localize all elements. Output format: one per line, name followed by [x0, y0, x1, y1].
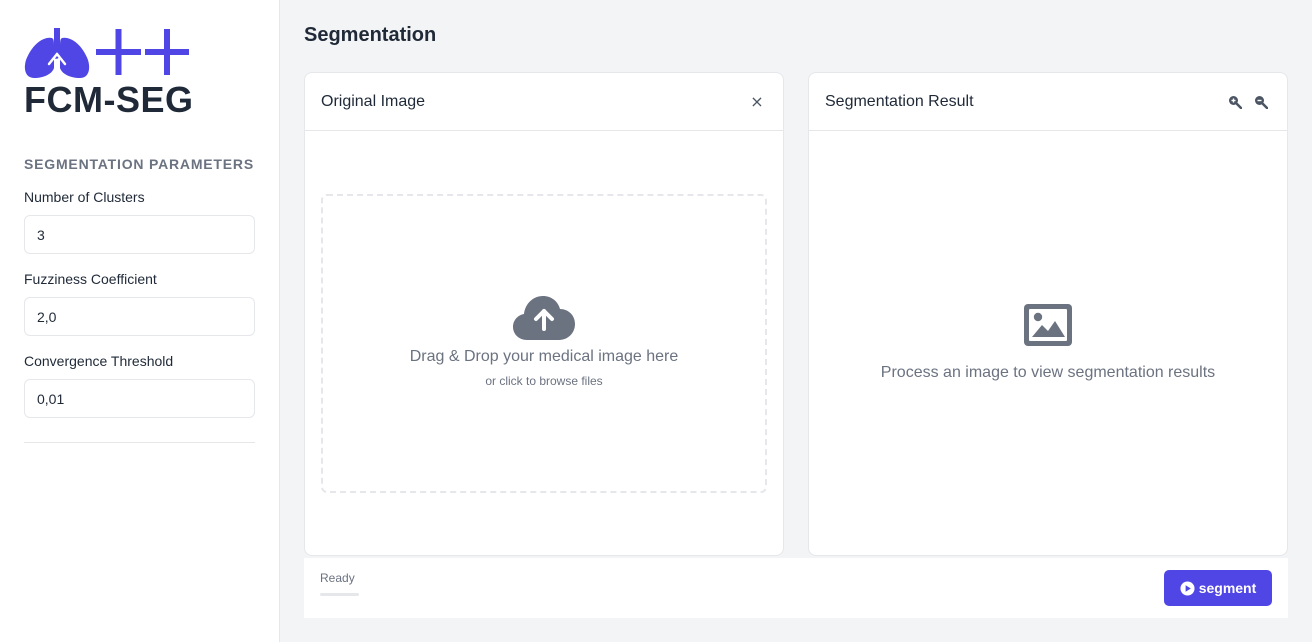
zoom-in-icon[interactable]	[1225, 92, 1245, 112]
page-title: Segmentation	[304, 24, 437, 46]
parameters-section-title: SEGMENTATION PARAMETERS	[24, 156, 254, 172]
segmentation-result-title: Segmentation Result	[825, 92, 974, 110]
close-icon[interactable]: ×	[747, 92, 767, 112]
segment-button-label: segment	[1198, 580, 1257, 596]
fuzziness-field: Fuzziness Coefficient	[24, 271, 255, 336]
app-logo: FCM-SEG	[24, 24, 255, 124]
threshold-input[interactable]	[24, 379, 255, 418]
threshold-field: Convergence Threshold	[24, 353, 255, 418]
image-icon	[1024, 304, 1072, 346]
zoom-out-icon[interactable]	[1251, 92, 1271, 112]
dropzone-text: Drag & Drop your medical image here	[409, 347, 679, 365]
segment-button[interactable]: segment	[1164, 570, 1272, 606]
dropzone-subtext[interactable]: or click to browse files	[485, 374, 602, 388]
play-circle-icon	[1180, 580, 1195, 596]
logo-text: FCM-SEG	[24, 79, 194, 120]
zoom-controls	[1225, 92, 1271, 112]
original-image-card: Original Image × Drag & Drop your medica…	[304, 72, 784, 556]
result-placeholder-text: Process an image to view segmentation re…	[880, 364, 1216, 381]
threshold-label: Convergence Threshold	[24, 353, 174, 369]
original-image-title: Original Image	[321, 92, 426, 110]
sidebar-divider	[24, 442, 255, 443]
segmentation-result-card: Segmentation Result Process an image to …	[808, 72, 1288, 556]
status-footer: Ready segment	[304, 558, 1288, 618]
fuzziness-label: Fuzziness Coefficient	[24, 271, 157, 287]
status-text: Ready	[320, 571, 355, 585]
cloud-upload-icon	[513, 295, 575, 340]
segmentation-result-header: Segmentation Result	[809, 73, 1287, 131]
clusters-label: Number of Clusters	[24, 189, 145, 205]
upload-dropzone[interactable]: Drag & Drop your medical image here or c…	[321, 194, 767, 493]
original-image-header: Original Image ×	[305, 73, 783, 131]
result-placeholder: Process an image to view segmentation re…	[809, 131, 1287, 555]
progress-bar	[320, 593, 359, 596]
lungs-icon	[24, 28, 189, 78]
clusters-field: Number of Clusters	[24, 189, 255, 254]
sidebar: FCM-SEG SEGMENTATION PARAMETERS Number o…	[0, 0, 280, 642]
clusters-input[interactable]	[24, 215, 255, 254]
main-content: Segmentation Original Image × Drag & Dro…	[304, 0, 1288, 642]
plus-icon	[96, 29, 189, 75]
fuzziness-input[interactable]	[24, 297, 255, 336]
